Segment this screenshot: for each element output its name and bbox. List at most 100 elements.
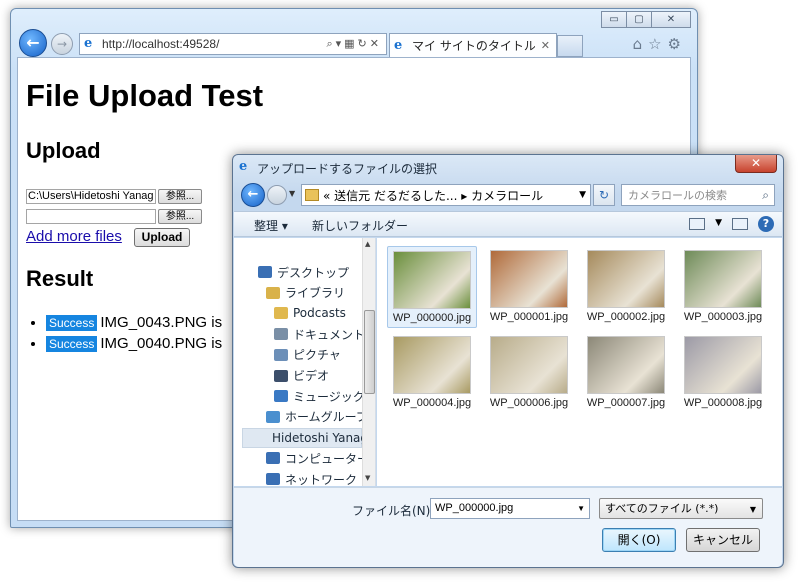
nav-item[interactable]: ドキュメント: [274, 324, 365, 344]
tab-close-icon[interactable]: ✕: [535, 39, 556, 52]
nav-item[interactable]: デスクトップ: [258, 262, 349, 282]
file-thumbnail: [393, 336, 471, 394]
nav-scrollbar[interactable]: ▲ ▼: [362, 238, 375, 486]
tools-gear-icon[interactable]: ⚙: [668, 35, 687, 53]
file-thumbnail: [490, 250, 568, 308]
dialog-forward-button[interactable]: [267, 185, 287, 205]
back-arrow-icon: ←: [247, 187, 259, 202]
close-button[interactable]: ✕: [651, 11, 691, 28]
scroll-thumb[interactable]: [364, 310, 375, 394]
maximize-button[interactable]: ▢: [626, 11, 652, 28]
nav-item[interactable]: ビデオ: [274, 366, 329, 386]
nav-item[interactable]: Hidetoshi Yanag: [242, 427, 368, 448]
tab-ie-icon: e: [394, 37, 403, 53]
browse-button-2[interactable]: 参照...: [158, 209, 202, 224]
search-icon[interactable]: ⌕: [762, 188, 774, 203]
address-tools-icons[interactable]: ⌕▾▦↻✕: [326, 37, 386, 51]
nav-item[interactable]: ホームグループ: [266, 407, 368, 427]
history-dropdown-icon[interactable]: ▼: [289, 189, 295, 198]
browse-button-1[interactable]: 参照...: [158, 189, 202, 204]
nav-item[interactable]: ライブラリ: [266, 283, 345, 303]
address-bar[interactable]: e http://localhost:49528/ ⌕▾▦↻✕: [79, 33, 387, 55]
filename-label: ファイル名(N):: [352, 504, 435, 518]
file-item[interactable]: WP_000004.jpg: [387, 332, 477, 414]
status-badge: Success: [46, 336, 98, 352]
new-tab-button[interactable]: [557, 35, 583, 57]
view-mode-icon[interactable]: [689, 218, 706, 230]
file-type-select[interactable]: すべてのファイル (*.*) ▼: [599, 498, 763, 519]
scroll-up-icon[interactable]: ▲: [365, 240, 370, 248]
nav-item[interactable]: ミュージック: [274, 386, 365, 406]
forward-button[interactable]: →: [51, 33, 73, 55]
page-title: File Upload Test: [26, 78, 264, 113]
file-path-field-1[interactable]: C:\Users\Hidetoshi Yanag: [26, 189, 156, 204]
breadcrumb[interactable]: « 送信元 だるだるした... ▸ カメラロール ▼: [301, 184, 591, 206]
nav-item-icon: [274, 369, 288, 382]
file-list-pane: WP_000000.jpg WP_000001.jpg WP_000002.jpg W…: [377, 238, 782, 486]
file-thumbnail: [684, 250, 762, 308]
nav-item-label: ビデオ: [293, 369, 330, 383]
nav-item-icon: [258, 266, 272, 278]
organize-menu[interactable]: 整理 ▾: [254, 217, 288, 234]
address-url[interactable]: http://localhost:49528/: [102, 37, 326, 51]
chevron-down-icon[interactable]: ▼: [575, 190, 590, 200]
help-icon[interactable]: ?: [758, 216, 774, 232]
file-name: WP_000008.jpg: [683, 397, 763, 409]
file-name: WP_000001.jpg: [489, 311, 569, 323]
nav-item[interactable]: ピクチャ: [274, 345, 341, 365]
file-item[interactable]: WP_000007.jpg: [581, 332, 671, 414]
file-thumbnail: [684, 336, 762, 394]
chevron-down-icon[interactable]: ▼: [750, 500, 756, 519]
result-heading: Result: [26, 266, 94, 291]
scroll-down-icon[interactable]: ▼: [365, 474, 370, 482]
list-item: SuccessIMG_0043.PNG is: [46, 314, 222, 335]
breadcrumb-path[interactable]: « 送信元 だるだるした... ▸ カメラロール: [323, 187, 543, 204]
nav-item[interactable]: ネットワーク: [266, 469, 357, 486]
filename-value: WP_000000.jpg: [435, 502, 514, 514]
chevron-down-icon[interactable]: ▼: [577, 499, 585, 518]
file-type-value: すべてのファイル (*.*): [605, 502, 719, 515]
filename-field[interactable]: WP_000000.jpg ▼: [430, 498, 590, 519]
folder-icon: [305, 189, 319, 201]
add-more-files-link[interactable]: Add more files: [26, 228, 122, 245]
window-controls: ▭ ▢ ✕: [601, 11, 691, 28]
nav-item-label: コンピューター: [285, 451, 370, 466]
view-dropdown-icon[interactable]: ▼: [715, 218, 722, 232]
file-thumbnail: [393, 251, 471, 309]
dialog-back-button[interactable]: ←: [241, 183, 265, 207]
browser-tab[interactable]: e マイ サイトのタイトル ✕: [389, 33, 557, 57]
nav-item[interactable]: コンピューター: [266, 448, 369, 468]
navigation-pane[interactable]: デスクトップライブラリ Podcasts ドキュメントピクチャビデオミュージックホー…: [234, 238, 376, 486]
nav-item-icon: [274, 328, 288, 341]
upload-button[interactable]: Upload: [134, 228, 190, 247]
open-button[interactable]: 開く(O): [602, 528, 676, 552]
file-path-field-2[interactable]: [26, 209, 156, 224]
favorites-star-icon[interactable]: ☆: [648, 35, 667, 53]
back-button[interactable]: ←: [19, 29, 47, 57]
forward-arrow-icon: →: [56, 37, 68, 51]
dialog-close-button[interactable]: ✕: [735, 155, 777, 173]
nav-item[interactable]: Podcasts: [274, 303, 346, 323]
nav-item-icon: [266, 286, 280, 299]
nav-item-label: ミュージック: [293, 389, 365, 404]
preview-pane-icon[interactable]: [732, 218, 748, 230]
minimize-button[interactable]: ▭: [601, 11, 627, 28]
toolbar-icons[interactable]: ⌂☆⚙: [633, 35, 687, 53]
file-item[interactable]: WP_000002.jpg: [581, 246, 671, 328]
new-folder-button[interactable]: 新しいフォルダー: [312, 217, 408, 234]
file-thumbnail: [587, 250, 665, 308]
cancel-button[interactable]: キャンセル: [686, 528, 760, 552]
nav-item-label: ピクチャ: [293, 348, 341, 363]
home-icon[interactable]: ⌂: [633, 35, 649, 53]
upload-heading: Upload: [26, 138, 101, 163]
file-item[interactable]: WP_000001.jpg: [484, 246, 574, 328]
file-item[interactable]: WP_000000.jpg: [387, 246, 477, 328]
refresh-button[interactable]: ↻: [593, 184, 615, 206]
file-item[interactable]: WP_000008.jpg: [678, 332, 768, 414]
nav-item-icon: [266, 473, 280, 485]
nav-item-label: デスクトップ: [277, 265, 350, 280]
file-thumbnail: [587, 336, 665, 394]
file-item[interactable]: WP_000006.jpg: [484, 332, 574, 414]
file-item[interactable]: WP_000003.jpg: [678, 246, 768, 328]
search-input[interactable]: カメラロールの検索 ⌕: [621, 184, 775, 206]
